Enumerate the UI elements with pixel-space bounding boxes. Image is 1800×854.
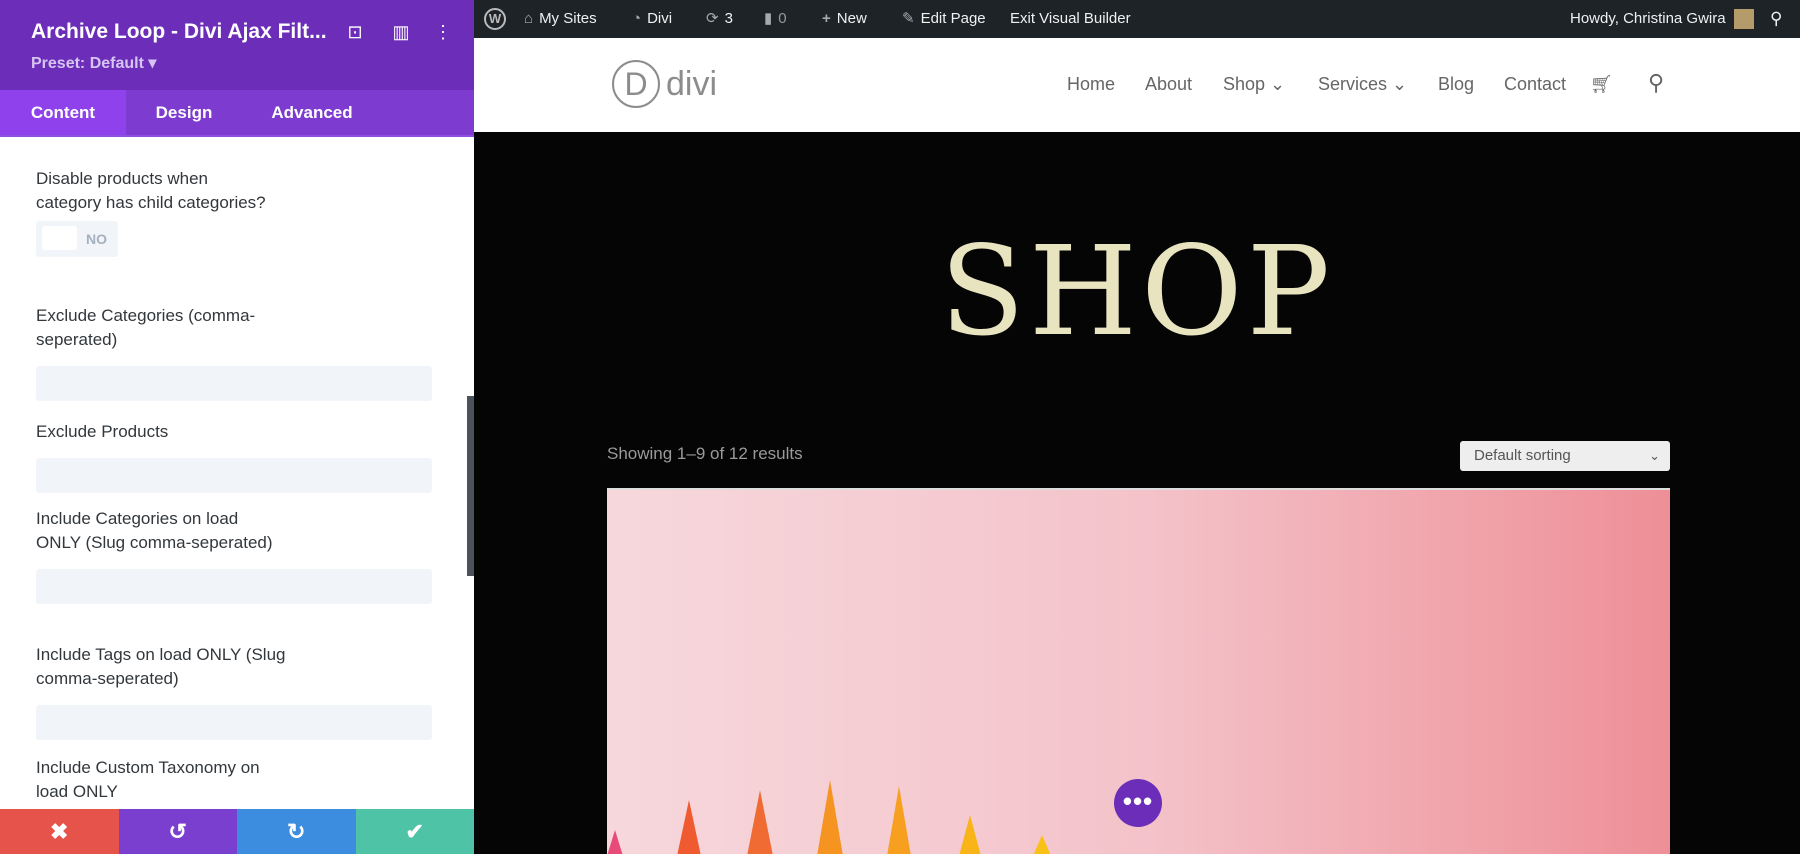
admin-search-icon[interactable]: ⚲ [1770,0,1782,38]
site-logo[interactable]: D divi [612,60,717,108]
cart-icon[interactable]: 🛒︎ [1590,74,1613,95]
more-options-button[interactable]: ••• [1114,779,1162,827]
new-link[interactable]: + New [822,0,867,38]
toggle-knob [42,226,77,250]
updates-link[interactable]: ⟳ 3 [706,0,733,38]
wordpress-logo-icon[interactable]: W [484,0,506,38]
comments-link[interactable]: ▮ 0 [764,0,787,38]
search-icon[interactable]: ⚲ [1648,70,1664,96]
field-include-taxonomy: Include Custom Taxonomy on load ONLY [36,756,432,804]
tab-design[interactable]: Design [126,90,242,135]
panel-body: Disable products when category has child… [0,137,466,809]
avatar [1733,9,1754,30]
plus-icon: + [822,10,831,27]
site-link[interactable]: ◔ Divi [632,0,672,38]
result-count: Showing 1–9 of 12 results [607,444,803,463]
nav-shop[interactable]: Shop ⌄ [1223,74,1285,95]
updates-icon: ⟳ [706,10,719,27]
save-button[interactable]: ✔ [355,809,474,854]
field-label: Disable products when category has child… [36,169,266,212]
shop-hero: SHOP Showing 1–9 of 12 results Default s… [474,132,1800,854]
field-label: Exclude Products [36,422,169,441]
redo-button[interactable]: ↻ [237,809,356,854]
preset-dropdown[interactable]: Preset: Default ▾ [31,53,156,73]
pencil-icon: ✎ [902,10,915,27]
dashboard-icon: ◔ [632,10,642,27]
field-include-categories: Include Categories on load ONLY (Slug co… [36,507,432,604]
field-label: Include Tags on load ONLY (Slug comma-se… [36,645,286,688]
undo-button[interactable]: ↺ [118,809,237,854]
field-label: Include Categories on load ONLY (Slug co… [36,509,273,552]
nav-home[interactable]: Home [1067,74,1115,95]
edit-page-link[interactable]: ✎ Edit Page [902,0,986,38]
field-label: Exclude Categories (comma-seperated) [36,306,256,349]
nav-blog[interactable]: Blog [1438,74,1474,95]
exclude-products-input[interactable] [36,458,432,493]
tab-content[interactable]: Content [0,90,126,135]
chevron-down-icon: ⌄ [1649,448,1660,463]
layout-icon[interactable]: ▥ [390,22,412,43]
disable-products-toggle[interactable]: NO [36,221,118,257]
sites-icon: ⌂ [524,10,534,27]
panel-title: Archive Loop - Divi Ajax Filt... [31,20,327,43]
panel-scrollbar[interactable] [467,396,474,576]
include-tags-input[interactable] [36,705,432,740]
field-exclude-products: Exclude Products [36,420,432,493]
field-exclude-categories: Exclude Categories (comma-seperated) [36,304,432,401]
page-title: SHOP [939,220,1335,364]
more-vertical-icon[interactable]: ⋮ [432,22,454,43]
nav-about[interactable]: About [1145,74,1192,95]
exit-visual-builder-link[interactable]: Exit Visual Builder [1010,0,1131,38]
my-sites-link[interactable]: ⌂ My Sites [524,0,597,38]
field-disable-products: Disable products when category has child… [36,167,432,257]
panel-tabs: Content Design Advanced [0,90,474,137]
include-categories-input[interactable] [36,569,432,604]
panel-header: Archive Loop - Divi Ajax Filt... Preset:… [0,0,474,90]
cancel-button[interactable]: ✖ [0,809,119,854]
module-settings-panel: Archive Loop - Divi Ajax Filt... Preset:… [0,0,474,854]
field-label: Include Custom Taxonomy on load ONLY [36,758,260,801]
comment-icon: ▮ [764,10,773,27]
tab-advanced[interactable]: Advanced [242,90,382,135]
site-header: D divi Home About Shop ⌄ Services ⌄ Blog… [474,38,1800,132]
nav-services[interactable]: Services ⌄ [1318,74,1407,95]
sort-select[interactable]: Default sorting ⌄ [1460,441,1670,471]
account-menu[interactable]: Howdy, Christina Gwira [1570,0,1754,38]
focus-icon[interactable]: ⊡ [344,22,366,43]
wp-admin-bar: W ⌂ My Sites ◔ Divi ⟳ 3 ▮ 0 + New ✎ Edit Page … [474,0,1800,38]
panel-footer: ✖ ↺ ↻ ✔ [0,809,474,854]
toggle-state: NO [86,231,107,247]
nav-contact[interactable]: Contact [1504,74,1566,95]
exclude-categories-input[interactable] [36,366,432,401]
field-include-tags: Include Tags on load ONLY (Slug comma-se… [36,643,432,740]
